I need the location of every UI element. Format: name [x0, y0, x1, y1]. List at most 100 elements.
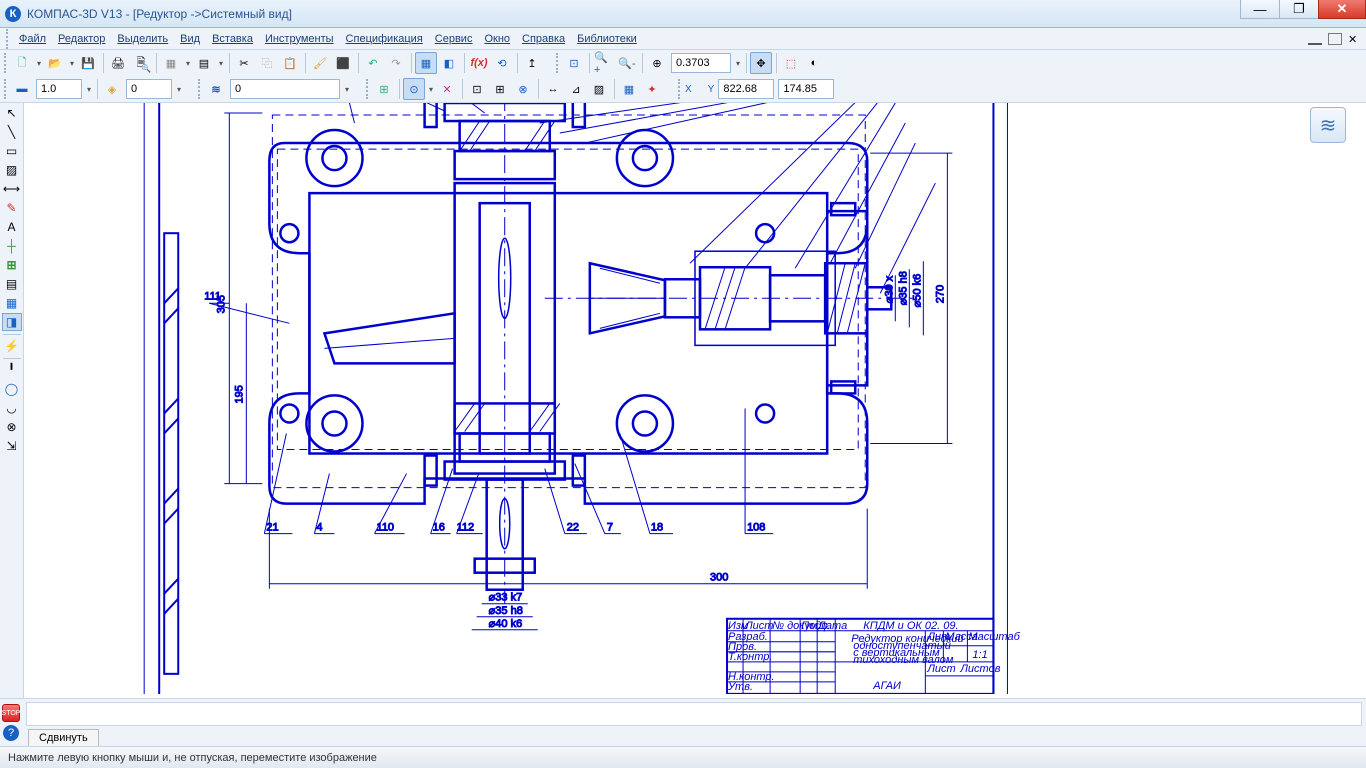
- tool-arrow[interactable]: ⇲: [2, 437, 22, 455]
- tool-table[interactable]: ▦: [2, 294, 22, 312]
- print-button[interactable]: 🖨: [107, 52, 129, 74]
- zoom-input[interactable]: [671, 53, 731, 73]
- grip[interactable]: [6, 29, 10, 49]
- svg-text:Т.контр.: Т.контр.: [728, 651, 772, 663]
- command-input[interactable]: [26, 702, 1362, 726]
- linestyle-input[interactable]: [230, 79, 340, 99]
- tool-dim[interactable]: ⟷: [2, 180, 22, 198]
- tool-edit[interactable]: A: [2, 218, 22, 236]
- new-dropdown[interactable]: ▾: [34, 52, 44, 74]
- tool-text[interactable]: ✎: [2, 199, 22, 217]
- ortho-x-button[interactable]: ↔: [542, 78, 564, 100]
- open-dropdown[interactable]: ▾: [67, 52, 77, 74]
- tool-line[interactable]: ╲: [2, 123, 22, 141]
- preview-button[interactable]: 🗎🔍: [130, 52, 152, 74]
- library-panel-icon[interactable]: ≋: [1310, 107, 1346, 143]
- tool-axis[interactable]: ┼: [2, 237, 22, 255]
- copy-button[interactable]: ⿻: [256, 52, 278, 74]
- snap-2-button[interactable]: ⊞: [489, 78, 511, 100]
- pan-button[interactable]: ✥: [750, 52, 772, 74]
- maximize-button[interactable]: ❐: [1279, 0, 1319, 19]
- save-button[interactable]: 💾: [77, 52, 99, 74]
- undo-button[interactable]: ↶: [362, 52, 384, 74]
- fx-button[interactable]: f(x): [468, 52, 490, 74]
- snap-1-button[interactable]: ⊡: [466, 78, 488, 100]
- tool-arc[interactable]: ◡: [2, 399, 22, 417]
- canvas[interactable]: 21 4 110 16 112 22 7 18 108 111: [24, 103, 1366, 698]
- minimize-button[interactable]: —: [1240, 0, 1280, 19]
- tool-spec[interactable]: ▤: [2, 275, 22, 293]
- zoom-more-button[interactable]: ⊕: [646, 52, 668, 74]
- linestyle-icon[interactable]: ≋: [205, 78, 227, 100]
- zoom-out-button[interactable]: 🔍-: [616, 52, 638, 74]
- grip[interactable]: [366, 79, 370, 99]
- menu-select[interactable]: Выделить: [111, 31, 174, 47]
- mdi-minimize[interactable]: [1308, 39, 1322, 45]
- layer-icon[interactable]: ◈: [101, 78, 123, 100]
- grip[interactable]: [556, 53, 560, 73]
- snap-3-button[interactable]: ⊗: [512, 78, 534, 100]
- coord-x-input[interactable]: [718, 79, 774, 99]
- state-button[interactable]: ▬: [11, 78, 33, 100]
- paste-button[interactable]: 📋: [279, 52, 301, 74]
- bucket-button[interactable]: ⬛: [332, 52, 354, 74]
- grip[interactable]: [198, 79, 202, 99]
- close-button[interactable]: ✕: [1318, 0, 1366, 19]
- refresh-button[interactable]: ⟲: [491, 52, 513, 74]
- command-tab[interactable]: Сдвинуть: [28, 729, 99, 746]
- mdi-close[interactable]: ✕: [1348, 33, 1362, 45]
- tree-button[interactable]: ▤: [193, 52, 215, 74]
- cut-button[interactable]: ✂: [233, 52, 255, 74]
- svg-text:21: 21: [266, 522, 278, 534]
- brush-button[interactable]: 🖌: [309, 52, 331, 74]
- snap-toggle[interactable]: ⊞: [373, 78, 395, 100]
- redo-button[interactable]: ↷: [385, 52, 407, 74]
- menu-spec[interactable]: Спецификация: [340, 31, 429, 47]
- stop-button[interactable]: STOP: [2, 704, 20, 722]
- open-button[interactable]: 📂: [44, 52, 66, 74]
- coord-y-input[interactable]: [778, 79, 834, 99]
- ucs-button[interactable]: ✦: [641, 78, 663, 100]
- grip[interactable]: [4, 79, 8, 99]
- tool-x[interactable]: ⊗: [2, 418, 22, 436]
- ortho-y-button[interactable]: ⊿: [565, 78, 587, 100]
- tool-break[interactable]: ╹: [2, 361, 22, 379]
- grip[interactable]: [678, 79, 682, 99]
- snap-end-button[interactable]: ⊙: [403, 78, 425, 100]
- rebuild-button[interactable]: ⬚: [780, 52, 802, 74]
- arrow-up-button[interactable]: ↥: [521, 52, 543, 74]
- tool-fragment[interactable]: ⊞: [2, 256, 22, 274]
- menu-tools[interactable]: Инструменты: [259, 31, 340, 47]
- linewidth-input[interactable]: [36, 79, 82, 99]
- snap-mid-button[interactable]: ✕: [436, 78, 458, 100]
- menu-editor[interactable]: Редактор: [52, 31, 111, 47]
- menu-service[interactable]: Сервис: [429, 31, 479, 47]
- menu-help[interactable]: Справка: [516, 31, 571, 47]
- menu-insert[interactable]: Вставка: [206, 31, 259, 47]
- tool-view[interactable]: ◨: [2, 313, 22, 331]
- layer-input[interactable]: [126, 79, 172, 99]
- menu-file[interactable]: Файл: [13, 31, 52, 47]
- mdi-restore[interactable]: [1328, 33, 1342, 45]
- tool-rect[interactable]: ▭: [2, 142, 22, 160]
- zoom-dropdown[interactable]: ▾: [733, 52, 743, 74]
- properties-button[interactable]: ▦: [160, 52, 182, 74]
- menu-window[interactable]: Окно: [478, 31, 516, 47]
- orbit-button[interactable]: ◐: [803, 52, 825, 74]
- tool-select[interactable]: ↖: [2, 104, 22, 122]
- grid-button[interactable]: ▦: [618, 78, 640, 100]
- menu-libraries[interactable]: Библиотеки: [571, 31, 643, 47]
- lib-button-2[interactable]: ◧: [438, 52, 460, 74]
- tool-hatch[interactable]: ▨: [2, 161, 22, 179]
- grip[interactable]: [4, 53, 8, 73]
- svg-text:⌀35 h8: ⌀35 h8: [489, 605, 523, 617]
- zoom-in-button[interactable]: 🔍+: [593, 52, 615, 74]
- zoom-fit-button[interactable]: ⊡: [563, 52, 585, 74]
- tool-macro[interactable]: ⚡: [2, 337, 22, 355]
- menu-view[interactable]: Вид: [174, 31, 206, 47]
- ortho-z-button[interactable]: ▨: [588, 78, 610, 100]
- lib-button-1[interactable]: ▦: [415, 52, 437, 74]
- tool-circle[interactable]: ◯: [2, 380, 22, 398]
- help-hint-button[interactable]: ?: [3, 725, 19, 741]
- new-button[interactable]: 🗋: [11, 52, 33, 74]
